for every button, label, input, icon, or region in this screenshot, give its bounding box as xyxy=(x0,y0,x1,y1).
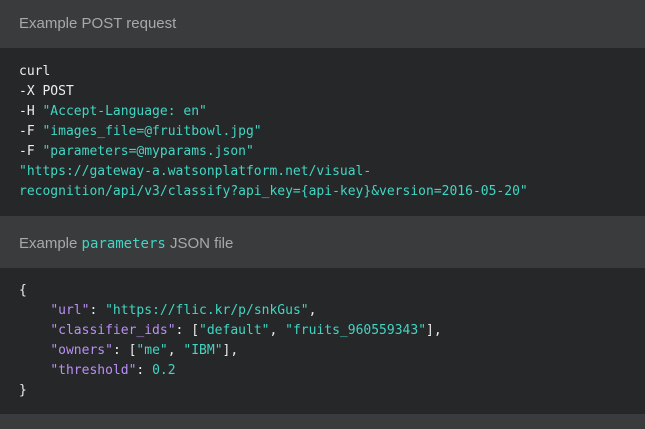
code-line: "classifier_ids": ["default", "fruits_96… xyxy=(50,323,442,338)
code-line: curl xyxy=(19,62,645,82)
close-brace: } xyxy=(19,383,27,398)
curl-command: curl xyxy=(19,64,51,79)
code-line: { xyxy=(19,281,645,301)
json-value-threshold: 0.2 xyxy=(152,363,176,378)
heading-suffix: JSON file xyxy=(170,235,234,252)
header-flag: -H xyxy=(19,104,35,119)
form-flag: -F xyxy=(19,124,35,139)
json-value-classifier-default: "default" xyxy=(199,323,270,338)
heading-prefix: Example xyxy=(19,235,78,252)
code-example-page: Example POST request curl -X POST -H "Acce… xyxy=(0,0,645,429)
code-line: -F "parameters=@myparams.json" xyxy=(19,142,645,162)
code-line: -X POST xyxy=(19,82,645,102)
code-line: "threshold": 0.2 xyxy=(50,363,176,378)
parameters-json-code-block: { "url": "https://flic.kr/p/snkGus", "cl… xyxy=(0,268,645,414)
json-value-owner-me: "me" xyxy=(136,343,168,358)
open-brace: { xyxy=(19,283,27,298)
code-line: -F "images_file=@fruitbowl.jpg" xyxy=(19,122,645,142)
json-key-classifier-ids: "classifier_ids" xyxy=(50,323,176,338)
code-line: } xyxy=(19,381,645,401)
json-key-url: "url" xyxy=(50,303,90,318)
method-value: POST xyxy=(42,84,74,99)
parameters-file-value: "parameters=@myparams.json" xyxy=(42,144,254,159)
parameters-json-heading: Example parameters JSON file xyxy=(0,216,645,268)
json-value-classifier-fruits: "fruits_960559343" xyxy=(285,323,427,338)
code-line: -H "Accept-Language: en" xyxy=(19,102,645,122)
code-line: "url": "https://flic.kr/p/snkGus", xyxy=(50,303,317,318)
post-request-heading: Example POST request xyxy=(0,0,645,48)
code-line: "https://gateway-a.watsonplatform.net/vi… xyxy=(19,162,645,182)
code-line: recognition/api/v3/classify?api_key={api… xyxy=(19,182,645,202)
json-value-owner-ibm: "IBM" xyxy=(183,343,223,358)
json-value-url: "https://flic.kr/p/snkGus" xyxy=(105,303,309,318)
code-line: "owners": ["me", "IBM"], xyxy=(50,343,239,358)
form-flag: -F xyxy=(19,144,35,159)
endpoint-url-part1: "https://gateway-a.watsonplatform.net/vi… xyxy=(19,164,372,179)
endpoint-url-part2: recognition/api/v3/classify?api_key={api… xyxy=(19,184,528,199)
method-flag: -X xyxy=(19,84,35,99)
images-file-value: "images_file=@fruitbowl.jpg" xyxy=(42,124,262,139)
heading-inline-code: parameters xyxy=(81,236,166,252)
header-value: "Accept-Language: en" xyxy=(42,104,207,119)
post-request-code-block: curl -X POST -H "Accept-Language: en" -F "i… xyxy=(0,48,645,216)
json-key-threshold: "threshold" xyxy=(50,363,137,378)
json-key-owners: "owners" xyxy=(50,343,113,358)
